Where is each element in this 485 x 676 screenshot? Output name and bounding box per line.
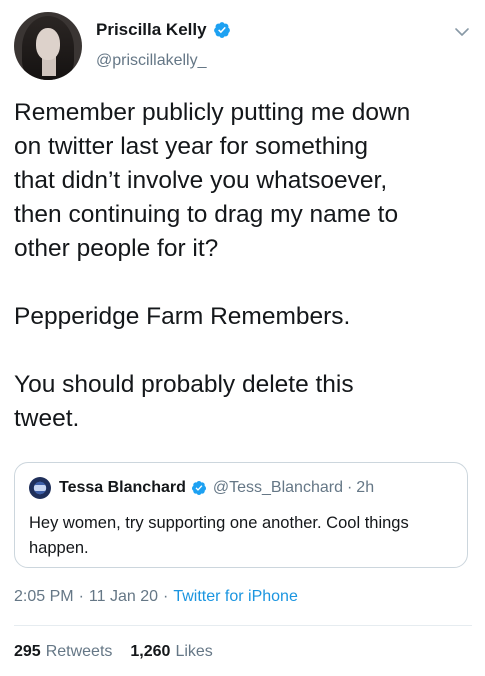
retweets-label[interactable]: Retweets (46, 643, 113, 661)
likes-label[interactable]: Likes (175, 643, 212, 661)
separator-dot: · (346, 479, 353, 496)
tweet-stats: 295 Retweets 1,260 Likes (14, 643, 231, 661)
likes-count[interactable]: 1,260 (130, 643, 170, 661)
retweets-count[interactable]: 295 (14, 643, 41, 661)
tweet-header: Priscilla Kelly @priscillakelly_ (14, 12, 472, 82)
avatar-face (36, 28, 60, 60)
separator-dot: · (78, 588, 84, 605)
quoted-tweet-header: Tessa Blanchard @Tess_Blanchard · 2h (29, 477, 374, 499)
divider (14, 625, 472, 626)
tweet-text: Remember publicly putting me down on twi… (14, 99, 411, 432)
tweet-time: 2:05 PM (14, 588, 74, 605)
verified-badge-icon (191, 481, 206, 495)
chevron-down-icon[interactable] (454, 24, 470, 40)
quoted-author-handle: @Tess_Blanchard (212, 479, 343, 496)
quoted-author-name: Tessa Blanchard (59, 479, 186, 496)
quoted-tweet-text: Hey women, try supporting one another. C… (29, 514, 409, 557)
author-handle[interactable]: @priscillakelly_ (96, 52, 207, 70)
author-avatar[interactable] (14, 12, 82, 80)
verified-badge-icon (213, 22, 230, 38)
quoted-author-avatar (29, 477, 51, 499)
tweet-source-link[interactable]: Twitter for iPhone (173, 588, 298, 606)
tweet-date: 11 Jan 20 (88, 588, 159, 605)
quoted-tweet-time: 2h (356, 479, 375, 496)
author-name-row: Priscilla Kelly (96, 20, 231, 40)
separator-dot: · (163, 588, 169, 605)
tweet-meta: 2:05 PM · 11 Jan 20 · Twitter for iPhone (14, 588, 298, 606)
author-name[interactable]: Priscilla Kelly (96, 20, 207, 40)
quoted-tweet-card[interactable]: Tessa Blanchard @Tess_Blanchard · 2h Hey… (14, 462, 468, 568)
